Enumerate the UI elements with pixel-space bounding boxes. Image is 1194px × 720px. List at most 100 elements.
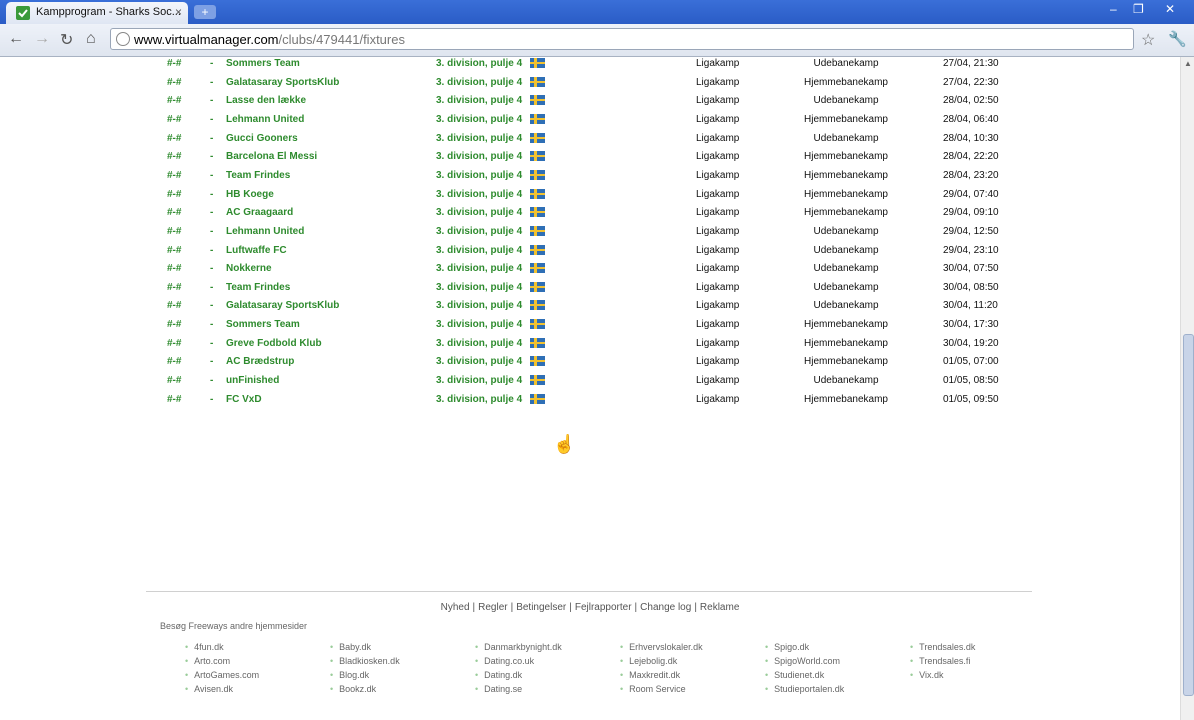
fixture-team-link[interactable]: Galatasaray SportsKlub — [226, 77, 339, 88]
fixture-competition-link[interactable]: 3. division, pulje 4 — [436, 151, 522, 162]
fixture-score[interactable]: #-# — [167, 300, 181, 311]
partner-site-link[interactable]: Studieportalen.dk — [765, 684, 844, 694]
fixture-score[interactable]: #-# — [167, 356, 181, 367]
fixture-score[interactable]: #-# — [167, 58, 181, 69]
partner-site-link[interactable]: Dating.dk — [475, 670, 522, 680]
fixture-team-link[interactable]: AC Graagaard — [226, 207, 293, 218]
fixture-team-link[interactable]: Team Frindes — [226, 170, 290, 181]
fixture-score[interactable]: #-# — [167, 95, 181, 106]
partner-site-link[interactable]: Dating.co.uk — [475, 656, 534, 666]
partner-site-link[interactable]: Studienet.dk — [765, 670, 824, 680]
reload-icon[interactable]: ↻ — [60, 30, 73, 50]
fixture-score[interactable]: #-# — [167, 151, 181, 162]
fixture-team-link[interactable]: Sommers Team — [226, 319, 300, 330]
fixture-competition-link[interactable]: 3. division, pulje 4 — [436, 133, 522, 144]
partner-site-link[interactable]: Baby.dk — [330, 642, 371, 652]
fixture-team-link[interactable]: AC Brædstrup — [226, 356, 294, 367]
home-icon[interactable]: ⌂ — [86, 30, 96, 48]
fixture-score[interactable]: #-# — [167, 114, 181, 125]
fixture-competition-link[interactable]: 3. division, pulje 4 — [436, 77, 522, 88]
partner-site-link[interactable]: Arto.com — [185, 656, 230, 666]
scroll-up-arrow-icon[interactable]: ▲ — [1184, 59, 1192, 68]
forward-icon[interactable]: → — [34, 30, 50, 48]
partner-site-link[interactable]: Blog.dk — [330, 670, 369, 680]
partner-site-link[interactable]: Room Service — [620, 684, 686, 694]
partner-site-link[interactable]: Maxkredit.dk — [620, 670, 680, 680]
new-tab-button[interactable]: + — [194, 5, 216, 19]
browser-tab[interactable]: Kampprogram - Sharks Soc... × — [6, 2, 188, 24]
tab-close-icon[interactable]: × — [175, 5, 182, 19]
fixture-competition-link[interactable]: 3. division, pulje 4 — [436, 95, 522, 106]
minimize-icon[interactable]: – — [1110, 2, 1117, 16]
footer-link[interactable]: Fejlrapporter — [575, 602, 632, 613]
fixture-competition-link[interactable]: 3. division, pulje 4 — [436, 245, 522, 256]
fixture-competition-link[interactable]: 3. division, pulje 4 — [436, 282, 522, 293]
fixture-competition-link[interactable]: 3. division, pulje 4 — [436, 170, 522, 181]
fixture-score[interactable]: #-# — [167, 189, 181, 200]
fixture-team-link[interactable]: Galatasaray SportsKlub — [226, 300, 339, 311]
footer-link[interactable]: Nyhed — [441, 602, 470, 613]
fixture-team-link[interactable]: Team Frindes — [226, 282, 290, 293]
wrench-icon[interactable]: 🔧 — [1168, 30, 1187, 48]
restore-icon[interactable]: ❐ — [1133, 2, 1144, 16]
partner-site-link[interactable]: Bookz.dk — [330, 684, 376, 694]
fixture-competition-link[interactable]: 3. division, pulje 4 — [436, 338, 522, 349]
fixture-competition-link[interactable]: 3. division, pulje 4 — [436, 114, 522, 125]
fixture-score[interactable]: #-# — [167, 226, 181, 237]
fixture-team-link[interactable]: Luftwaffe FC — [226, 245, 287, 256]
fixture-score[interactable]: #-# — [167, 245, 181, 256]
fixture-competition-link[interactable]: 3. division, pulje 4 — [436, 356, 522, 367]
fixture-team-link[interactable]: Sommers Team — [226, 58, 300, 69]
fixture-competition-link[interactable]: 3. division, pulje 4 — [436, 226, 522, 237]
fixture-competition-link[interactable]: 3. division, pulje 4 — [436, 263, 522, 274]
footer-link[interactable]: Betingelser — [516, 602, 566, 613]
partner-site-link[interactable]: Lejebolig.dk — [620, 656, 677, 666]
fixture-score[interactable]: #-# — [167, 133, 181, 144]
fixture-competition-link[interactable]: 3. division, pulje 4 — [436, 375, 522, 386]
fixture-team-link[interactable]: FC VxD — [226, 394, 262, 405]
partner-site-link[interactable]: Dating.se — [475, 684, 522, 694]
fixture-competition-link[interactable]: 3. division, pulje 4 — [436, 300, 522, 311]
bookmark-star-icon[interactable]: ☆ — [1141, 30, 1155, 50]
fixture-team-link[interactable]: Nokkerne — [226, 263, 272, 274]
footer-link[interactable]: Reklame — [700, 602, 739, 613]
fixture-score[interactable]: #-# — [167, 282, 181, 293]
fixture-competition-link[interactable]: 3. division, pulje 4 — [436, 319, 522, 330]
partner-site-link[interactable]: Danmarkbynight.dk — [475, 642, 562, 652]
address-bar[interactable]: www.virtualmanager.com/clubs/479441/fixt… — [110, 28, 1134, 50]
fixture-score[interactable]: #-# — [167, 263, 181, 274]
partner-site-link[interactable]: Trendsales.fi — [910, 656, 970, 666]
fixture-score[interactable]: #-# — [167, 207, 181, 218]
close-window-icon[interactable]: ✕ — [1165, 2, 1175, 16]
fixture-competition-link[interactable]: 3. division, pulje 4 — [436, 394, 522, 405]
partner-site-link[interactable]: SpigoWorld.com — [765, 656, 840, 666]
fixture-competition-link[interactable]: 3. division, pulje 4 — [436, 207, 522, 218]
fixture-score[interactable]: #-# — [167, 170, 181, 181]
partner-site-link[interactable]: Vix.dk — [910, 670, 943, 680]
fixture-team-link[interactable]: HB Koege — [226, 189, 274, 200]
partner-site-link[interactable]: ArtoGames.com — [185, 670, 259, 680]
fixture-score[interactable]: #-# — [167, 375, 181, 386]
fixture-score[interactable]: #-# — [167, 394, 181, 405]
partner-site-link[interactable]: 4fun.dk — [185, 642, 224, 652]
fixture-team-link[interactable]: Gucci Gooners — [226, 133, 298, 144]
fixture-competition-link[interactable]: 3. division, pulje 4 — [436, 189, 522, 200]
partner-site-link[interactable]: Erhvervslokaler.dk — [620, 642, 703, 652]
fixture-team-link[interactable]: Lasse den lække — [226, 95, 306, 106]
partner-site-link[interactable]: Bladkiosken.dk — [330, 656, 400, 666]
footer-link[interactable]: Change log — [640, 602, 691, 613]
scrollbar-thumb[interactable] — [1183, 334, 1194, 696]
partner-site-link[interactable]: Avisen.dk — [185, 684, 233, 694]
fixture-score[interactable]: #-# — [167, 319, 181, 330]
vertical-scrollbar[interactable]: ▲ — [1180, 57, 1194, 720]
fixture-score[interactable]: #-# — [167, 77, 181, 88]
partner-site-link[interactable]: Spigo.dk — [765, 642, 809, 652]
fixture-score[interactable]: #-# — [167, 338, 181, 349]
footer-link[interactable]: Regler — [478, 602, 507, 613]
fixture-team-link[interactable]: Greve Fodbold Klub — [226, 338, 322, 349]
fixture-team-link[interactable]: Lehmann United — [226, 114, 304, 125]
fixture-competition-link[interactable]: 3. division, pulje 4 — [436, 58, 522, 69]
fixture-team-link[interactable]: unFinished — [226, 375, 279, 386]
partner-site-link[interactable]: Trendsales.dk — [910, 642, 975, 652]
back-icon[interactable]: ← — [8, 30, 24, 48]
